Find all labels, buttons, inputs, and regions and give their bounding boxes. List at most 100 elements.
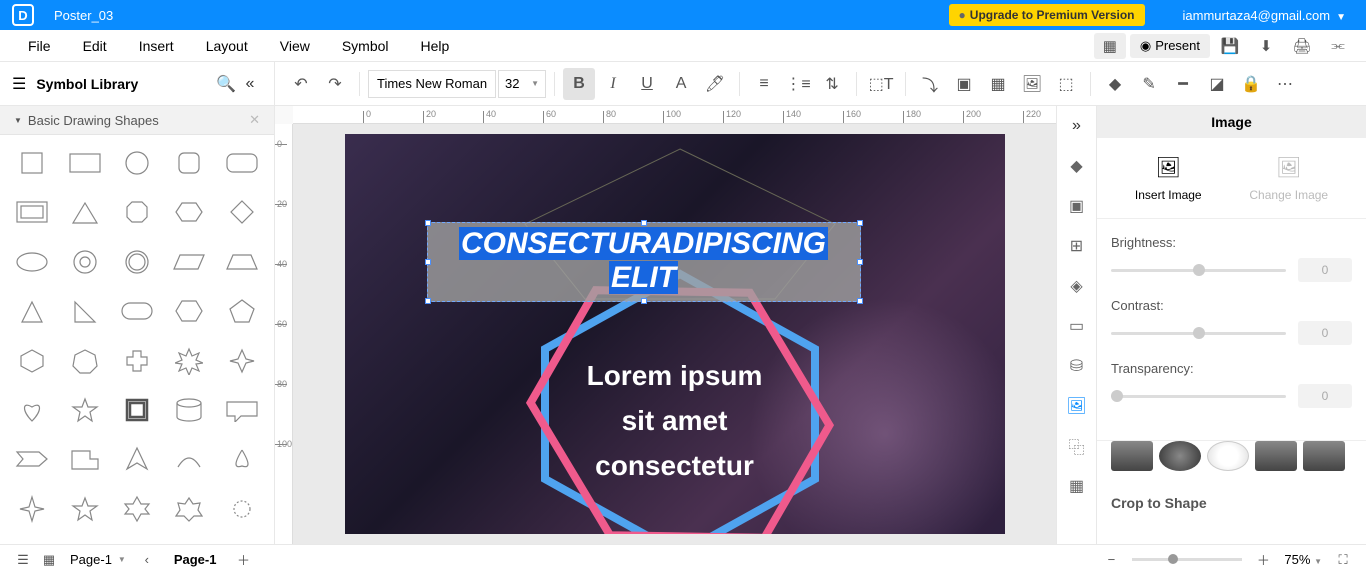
shape-callout[interactable]	[218, 392, 266, 428]
font-family-select[interactable]: Times New Roman	[368, 70, 496, 98]
shape-triangle-iso[interactable]	[8, 293, 56, 329]
align-button[interactable]: ≡	[748, 68, 780, 100]
rail-data-icon[interactable]: ⛁	[1065, 354, 1089, 378]
bold-button[interactable]: B	[563, 68, 595, 100]
rail-fill-icon[interactable]: ◆	[1065, 154, 1089, 178]
rail-chart-icon[interactable]: ▦	[1065, 474, 1089, 498]
undo-button[interactable]: ↶	[285, 68, 317, 100]
menu-file[interactable]: File	[12, 32, 67, 60]
style-thumb-5[interactable]	[1303, 441, 1345, 471]
page-selector[interactable]: Page-1▼	[70, 552, 126, 567]
shape-cross[interactable]	[113, 343, 161, 379]
shape-star4-2[interactable]	[218, 343, 266, 379]
user-menu[interactable]: iammurtaza4@gmail.com▼	[1175, 8, 1354, 23]
layers-button[interactable]: ▦	[982, 68, 1014, 100]
fullscreen-icon[interactable]: ⛶	[1330, 549, 1356, 571]
shape-octagon[interactable]	[113, 194, 161, 230]
shape-tag[interactable]	[8, 441, 56, 477]
print-icon[interactable]: 🖨	[1286, 33, 1318, 59]
menu-symbol[interactable]: Symbol	[326, 32, 405, 60]
shape-rounded-square[interactable]	[165, 145, 213, 181]
menu-edit[interactable]: Edit	[67, 32, 123, 60]
shape-heptagon[interactable]	[60, 343, 108, 379]
shape-rounded-hex[interactable]	[165, 194, 213, 230]
slideshow-icon[interactable]: ▦	[1094, 33, 1126, 59]
more-button[interactable]: ⋯	[1269, 68, 1301, 100]
transparency-slider[interactable]	[1111, 395, 1286, 398]
style-thumb-2[interactable]	[1159, 441, 1201, 471]
save-icon[interactable]: 💾	[1214, 33, 1246, 59]
rail-image-icon[interactable]: 🖼	[1065, 394, 1089, 418]
chart-button[interactable]: ⬚	[1050, 68, 1082, 100]
shape-star6[interactable]	[113, 491, 161, 527]
rail-page-icon[interactable]: ▭	[1065, 314, 1089, 338]
download-icon[interactable]: ⬇	[1250, 33, 1282, 59]
share-icon[interactable]: ⫘	[1322, 33, 1354, 59]
shape-star4[interactable]	[8, 491, 56, 527]
style-thumb-1[interactable]	[1111, 441, 1153, 471]
shape-star7[interactable]	[165, 491, 213, 527]
brightness-slider[interactable]	[1111, 269, 1286, 272]
heading-text-box[interactable]: CONSECTURADIPISCING ELIT	[427, 222, 861, 302]
shape-square[interactable]	[8, 145, 56, 181]
body-text[interactable]: Lorem ipsum sit amet consectetur	[515, 354, 835, 488]
close-group-icon[interactable]: ✕	[249, 112, 260, 128]
text-box-button[interactable]: ⬚T	[865, 68, 897, 100]
underline-button[interactable]: U	[631, 68, 663, 100]
shape-donut[interactable]	[60, 244, 108, 280]
shape-frame[interactable]	[8, 194, 56, 230]
outline-icon[interactable]: ☰	[10, 549, 36, 571]
shape-star8[interactable]	[165, 343, 213, 379]
menu-help[interactable]: Help	[405, 32, 466, 60]
menu-insert[interactable]: Insert	[123, 32, 190, 60]
search-icon[interactable]: 🔍	[214, 72, 238, 96]
collapse-panel-icon[interactable]: «	[238, 72, 262, 96]
page-tab[interactable]: Page-1	[174, 552, 217, 567]
line-spacing-button[interactable]: ⇅	[816, 68, 848, 100]
poster-page[interactable]: CONSECTURADIPISCING ELIT Lorem ipsum sit…	[345, 134, 1005, 534]
shape-star5[interactable]	[60, 392, 108, 428]
shape-burst[interactable]	[218, 491, 266, 527]
shape-cylinder[interactable]	[165, 392, 213, 428]
highlight-button[interactable]: 🖊	[699, 68, 731, 100]
shape-hexagon[interactable]	[165, 293, 213, 329]
shape-double-square[interactable]	[113, 392, 161, 428]
shape-arrow-up[interactable]	[113, 441, 161, 477]
menu-view[interactable]: View	[264, 32, 326, 60]
rail-layers-icon[interactable]: ◈	[1065, 274, 1089, 298]
shape-hex2[interactable]	[8, 343, 56, 379]
zoom-slider[interactable]	[1132, 558, 1242, 561]
thumbnails-icon[interactable]: ▦	[36, 549, 62, 571]
insert-image-button[interactable]: 🖼 Insert Image	[1135, 154, 1202, 202]
add-page-icon[interactable]: ＋	[230, 549, 256, 571]
shape-l-shape[interactable]	[60, 441, 108, 477]
line-color-button[interactable]: ✎	[1133, 68, 1165, 100]
shape-star5-outline[interactable]	[60, 491, 108, 527]
present-button[interactable]: ◉Present	[1130, 34, 1210, 58]
shadow-button[interactable]: ◪	[1201, 68, 1233, 100]
shape-rectangle[interactable]	[60, 145, 108, 181]
contrast-slider[interactable]	[1111, 332, 1286, 335]
shape-group-header[interactable]: ▼Basic Drawing Shapes ✕	[0, 106, 274, 135]
shape-rounded-rect[interactable]	[218, 145, 266, 181]
shape-ellipse[interactable]	[8, 244, 56, 280]
font-color-button[interactable]: A	[665, 68, 697, 100]
rail-grid-icon[interactable]: ⊞	[1065, 234, 1089, 258]
shape-right-triangle[interactable]	[60, 293, 108, 329]
shape-trapezoid[interactable]	[218, 244, 266, 280]
shape-ring[interactable]	[113, 244, 161, 280]
style-thumb-4[interactable]	[1255, 441, 1297, 471]
shape-capsule[interactable]	[113, 293, 161, 329]
expand-panel-icon[interactable]: »	[1065, 114, 1089, 138]
shape-curve-tri[interactable]	[218, 441, 266, 477]
shape-curve[interactable]	[165, 441, 213, 477]
shape-circle[interactable]	[113, 145, 161, 181]
zoom-label[interactable]: 75% ▼	[1284, 552, 1322, 567]
app-logo-icon[interactable]: D	[12, 4, 34, 26]
menu-layout[interactable]: Layout	[190, 32, 264, 60]
rail-shape-icon[interactable]: ▣	[1065, 194, 1089, 218]
zoom-in-button[interactable]: ＋	[1250, 549, 1276, 571]
italic-button[interactable]: I	[597, 68, 629, 100]
shape-pentagon[interactable]	[218, 293, 266, 329]
shape-diamond[interactable]	[218, 194, 266, 230]
